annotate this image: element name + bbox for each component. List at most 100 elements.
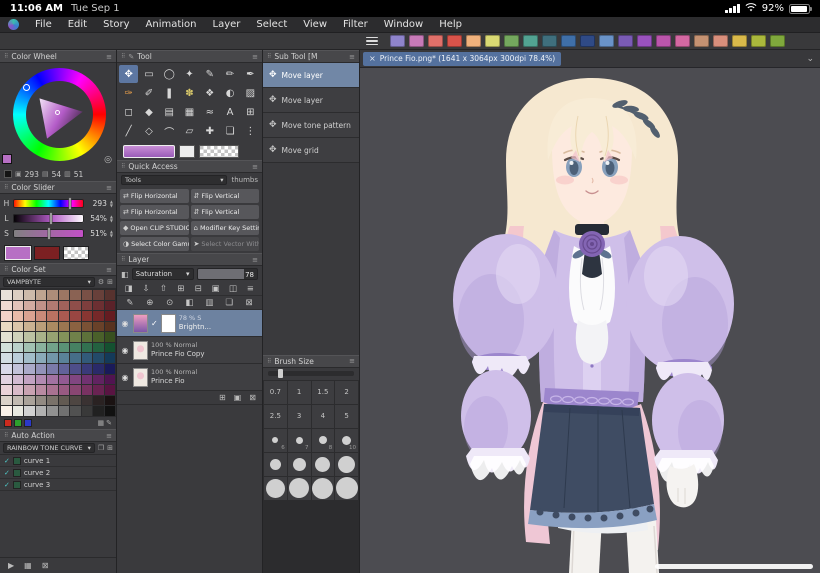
brush-size-cell[interactable]: 1: [287, 380, 311, 404]
qa-button[interactable]: ➤Select Vector With...: [190, 237, 259, 251]
toolbar-shortcut-icon[interactable]: [466, 35, 481, 47]
palette-swatch[interactable]: [47, 374, 58, 385]
brush-size-cell[interactable]: 2: [335, 380, 358, 404]
palette-swatch[interactable]: [104, 311, 115, 321]
palette-swatch[interactable]: [1, 300, 12, 311]
brush-size-cell[interactable]: 0.7: [264, 380, 287, 404]
palette-swatch[interactable]: [1, 353, 12, 364]
duplicate-icon[interactable]: ❐: [98, 444, 104, 452]
menu-item-file[interactable]: File: [27, 19, 60, 30]
palette-swatch[interactable]: [104, 364, 115, 374]
palette-swatch[interactable]: [70, 374, 81, 385]
palette-swatch[interactable]: [70, 311, 81, 321]
toolbar-shortcut-icon[interactable]: [523, 35, 538, 47]
palette-swatch[interactable]: [93, 364, 104, 374]
palette-swatch[interactable]: [81, 406, 92, 416]
palette-swatch[interactable]: [104, 385, 115, 395]
panel-menu-icon[interactable]: ≡: [106, 266, 112, 274]
grid-view-icon[interactable]: ▦: [98, 419, 105, 427]
palette-swatch[interactable]: [81, 311, 92, 321]
quick-color-swatch[interactable]: [24, 419, 32, 427]
tool-cell[interactable]: A: [220, 103, 239, 121]
edit-color-icon[interactable]: ✎: [106, 419, 112, 427]
palette-swatch[interactable]: [70, 353, 81, 364]
tool-cell[interactable]: ▤: [160, 103, 179, 121]
palette-swatch[interactable]: [1, 385, 12, 395]
palette-swatch[interactable]: [93, 342, 104, 353]
palette-swatch[interactable]: [47, 406, 58, 416]
palette-swatch[interactable]: [93, 385, 104, 395]
layer-tool-icon[interactable]: ⊟: [190, 284, 207, 294]
palette-swatch[interactable]: [1, 395, 12, 406]
panel-menu-icon[interactable]: ≡: [252, 163, 258, 171]
sv-cursor[interactable]: [55, 110, 60, 115]
palette-swatch[interactable]: [93, 311, 104, 321]
palette-swatch[interactable]: [93, 321, 104, 332]
tool-cell[interactable]: ✒: [241, 65, 260, 83]
palette-swatch[interactable]: [35, 342, 46, 353]
slider-handle[interactable]: [49, 212, 53, 225]
palette-swatch[interactable]: [35, 311, 46, 321]
palette-swatch[interactable]: [35, 395, 46, 406]
palette-swatch[interactable]: [104, 406, 115, 416]
menu-item-animation[interactable]: Animation: [138, 19, 205, 30]
palette-swatch[interactable]: [81, 290, 92, 300]
qa-button[interactable]: ⌂Modifier Key Settin...: [190, 221, 259, 235]
palette-swatch[interactable]: [12, 364, 23, 374]
layer-tool-icon[interactable]: ⊠: [239, 298, 259, 308]
layer-tool-icon[interactable]: ▣: [207, 284, 224, 294]
brush-size-cell[interactable]: [335, 476, 358, 500]
tool-cell[interactable]: ▨: [241, 84, 260, 102]
toolbar-shortcut-icon[interactable]: [675, 35, 690, 47]
auto-action-set-select[interactable]: RAINBOW TONE CURVE ▾: [3, 443, 95, 453]
subtool-item[interactable]: ✥ Move grid: [263, 138, 359, 163]
palette-swatch[interactable]: [1, 290, 12, 300]
brush-size-cell[interactable]: [287, 452, 311, 476]
tool-cell[interactable]: ❖: [200, 84, 219, 102]
palette-swatch[interactable]: [70, 332, 81, 342]
slider-track[interactable]: [13, 212, 84, 225]
palette-swatch[interactable]: [1, 311, 12, 321]
palette-swatch[interactable]: [70, 364, 81, 374]
palette-swatch[interactable]: [58, 311, 69, 321]
palette-swatch[interactable]: [81, 385, 92, 395]
layer-tool-icon[interactable]: ◨: [120, 284, 137, 294]
tool-cell[interactable]: ◐: [220, 84, 239, 102]
layer-row[interactable]: ◉ 100 % Normal Prince Fio: [117, 364, 262, 391]
footer-icon[interactable]: ▶: [8, 561, 14, 570]
footer-icon[interactable]: ⊠: [42, 561, 49, 570]
palette-swatch[interactable]: [12, 311, 23, 321]
tool-cell[interactable]: ▱: [180, 122, 199, 140]
slider-handle[interactable]: [278, 369, 284, 378]
palette-swatch[interactable]: [58, 321, 69, 332]
qa-button[interactable]: ◑ Select Color Gamut: [120, 237, 189, 251]
toolbar-shortcut-icon[interactable]: [770, 35, 785, 47]
palette-swatch[interactable]: [93, 300, 104, 311]
palette-swatch[interactable]: [1, 364, 12, 374]
menu-item-help[interactable]: Help: [431, 19, 470, 30]
gear-icon[interactable]: ⚙: [98, 278, 104, 286]
palette-swatch[interactable]: [93, 353, 104, 364]
canvas-scrollbar[interactable]: [655, 564, 813, 569]
palette-swatch[interactable]: [93, 290, 104, 300]
palette-swatch[interactable]: [1, 406, 12, 416]
toolbar-shortcut-icon[interactable]: [694, 35, 709, 47]
palette-swatch[interactable]: [35, 353, 46, 364]
tool-cell[interactable]: ❏: [220, 122, 239, 140]
layer-tool-icon[interactable]: ≡: [242, 284, 259, 294]
brush-size-slider[interactable]: [268, 369, 354, 378]
main-color-swatch[interactable]: [5, 246, 31, 260]
palette-swatch[interactable]: [12, 300, 23, 311]
brush-size-cell[interactable]: 10: [335, 428, 358, 452]
palette-swatch[interactable]: [70, 385, 81, 395]
brush-size-cell[interactable]: 3: [287, 404, 311, 428]
panel-menu-icon[interactable]: ≡: [252, 53, 258, 61]
quick-access-set-select[interactable]: Tools ▾: [121, 175, 228, 185]
auto-action-item[interactable]: ✓ curve 1: [0, 455, 116, 467]
palette-swatch[interactable]: [12, 406, 23, 416]
tool-cell[interactable]: ✏: [220, 65, 239, 83]
menu-item-filter[interactable]: Filter: [335, 19, 376, 30]
add-color-icon[interactable]: ⊞: [107, 278, 113, 286]
brush-size-cell[interactable]: [287, 476, 311, 500]
palette-swatch[interactable]: [24, 321, 35, 332]
